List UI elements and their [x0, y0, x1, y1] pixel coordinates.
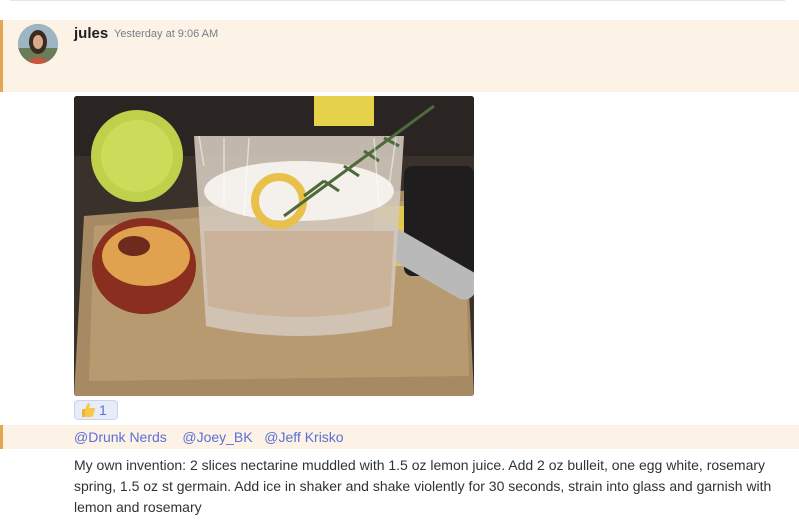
- avatar-image: [18, 24, 58, 64]
- top-divider: [10, 0, 785, 1]
- image-attachment[interactable]: [74, 96, 474, 396]
- mention-bar: [0, 425, 3, 449]
- thumbs-up-icon: [80, 402, 96, 418]
- mention-bar: [0, 20, 3, 92]
- mention-drunk-nerds[interactable]: @Drunk Nerds: [74, 429, 167, 445]
- mentions-line: @Drunk Nerds @Joey_BK @Jeff Krisko: [74, 428, 344, 446]
- reaction-count: 1: [99, 402, 107, 418]
- timestamp: Yesterday at 9:06 AM: [114, 28, 219, 40]
- avatar[interactable]: [18, 24, 58, 64]
- mention-highlight-row: @Drunk Nerds @Joey_BK @Jeff Krisko: [0, 425, 799, 449]
- message-header-highlight: jules Yesterday at 9:06 AM: [0, 20, 799, 92]
- reaction-thumbs-up[interactable]: 1: [74, 400, 118, 420]
- message-text: My own invention: 2 slices nectarine mud…: [74, 457, 772, 515]
- mention-jeff-krisko[interactable]: @Jeff Krisko: [264, 429, 343, 445]
- mention-joey-bk[interactable]: @Joey_BK: [182, 429, 252, 445]
- chat-view: jules Yesterday at 9:06 AM 1 @Drunk Nerd…: [0, 0, 799, 529]
- username[interactable]: jules: [74, 25, 108, 42]
- cocktail-photo: [74, 96, 474, 396]
